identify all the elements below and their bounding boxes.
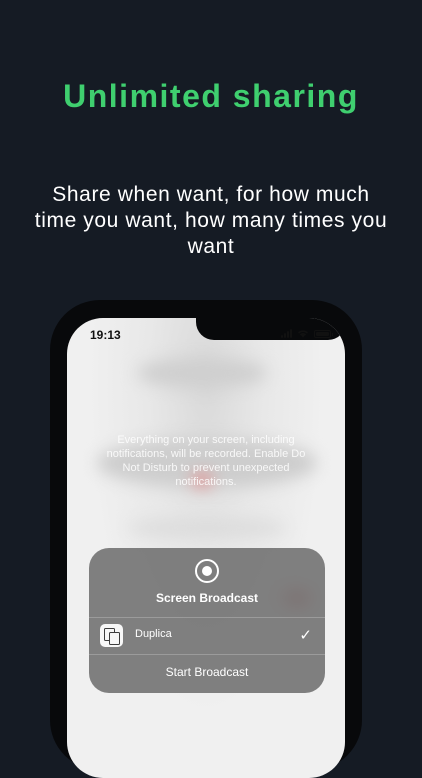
app-option-duplica[interactable]: Duplica ✓: [89, 618, 325, 654]
wifi-icon: [298, 330, 308, 338]
cellular-signal-icon: [281, 329, 292, 338]
phone-screen: 19:13 Everything on your screen, includi…: [67, 318, 345, 778]
checkmark-icon: ✓: [299, 627, 312, 644]
screen-broadcast-sheet: Screen Broadcast Duplica ✓ Start Broadca…: [89, 548, 325, 693]
status-time: 19:13: [90, 328, 121, 342]
divider: [89, 654, 325, 655]
sheet-title: Screen Broadcast: [155, 591, 259, 605]
headline: Unlimited sharing: [63, 78, 359, 114]
record-icon: [195, 559, 219, 583]
start-broadcast-button[interactable]: Start Broadcast: [89, 665, 325, 679]
subtitle: Share when want, for how much time you w…: [34, 183, 388, 258]
status-icons: [281, 329, 333, 338]
duplica-app-icon: [100, 624, 123, 647]
blurred-header: [137, 358, 267, 388]
blurred-row: [127, 518, 287, 538]
app-name: Duplica: [135, 628, 172, 640]
battery-icon: [314, 329, 333, 338]
recording-warning: Everything on your screen, including not…: [106, 434, 306, 488]
